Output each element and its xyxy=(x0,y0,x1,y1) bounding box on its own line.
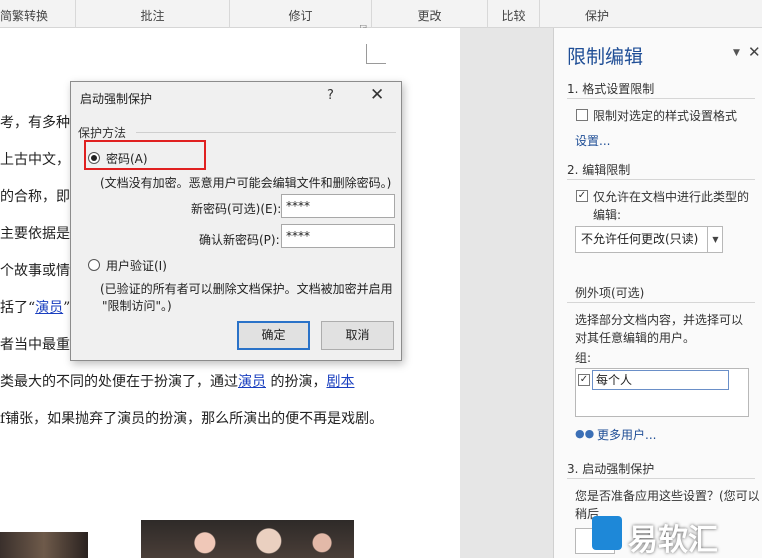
password-radio[interactable] xyxy=(88,152,100,164)
divider xyxy=(567,98,755,99)
document-image-left[interactable] xyxy=(0,532,88,558)
ribbon-group-compare[interactable]: 比较 xyxy=(488,0,540,28)
editing-type-select[interactable]: 不允许任何更改(只读) xyxy=(575,226,723,253)
cancel-button[interactable]: 取消 xyxy=(321,321,394,350)
protection-method-label: 保护方法 xyxy=(78,126,127,140)
document-text: 括了“ xyxy=(0,300,36,316)
pane-options-dropdown-icon[interactable]: ▼ xyxy=(733,48,740,58)
divider xyxy=(136,132,396,133)
format-restriction-checkbox[interactable] xyxy=(576,109,588,121)
groups-label: 组: xyxy=(575,351,592,365)
ribbon-group-protect[interactable]: 保护 xyxy=(540,0,654,28)
ok-button[interactable]: 确定 xyxy=(237,321,310,350)
pane-title: 限制编辑 xyxy=(567,46,644,68)
confirm-password-label: 确认新密码(P): xyxy=(199,233,280,247)
ribbon-group-convert[interactable]: 简繁转换 xyxy=(0,0,76,28)
document-image-flowers[interactable] xyxy=(141,520,354,558)
ribbon-group-comments[interactable]: 批注 xyxy=(76,0,230,28)
section-formatting-heading: 1. 格式设置限制 xyxy=(567,82,655,96)
confirm-password-field[interactable]: **** xyxy=(281,224,395,248)
chevron-down-icon[interactable]: ▼ xyxy=(707,226,723,253)
exceptions-description: 选择部分文档内容，并选择可以 xyxy=(575,313,744,327)
user-auth-option-label[interactable]: 用户验证(I) xyxy=(106,257,167,274)
exceptions-description-line2: 对其任意编辑的用户。 xyxy=(575,331,696,345)
group-everyone-entry[interactable]: 每个人 xyxy=(592,370,729,390)
settings-link[interactable]: 设置... xyxy=(575,132,610,149)
divider xyxy=(567,302,755,303)
document-link-actor[interactable]: 演员 xyxy=(35,300,63,316)
ribbon: 简繁转换 批注 修订 ◲ 更改 比较 保护 xyxy=(0,0,762,32)
logo-icon xyxy=(592,516,622,550)
password-option-label[interactable]: 密码(A) xyxy=(106,150,148,167)
user-auth-note-line2: "限制访问"。) xyxy=(102,299,172,313)
group-everyone-checkbox[interactable]: ✓ xyxy=(578,374,590,386)
ribbon-group-tracking[interactable]: 修订 ◲ xyxy=(230,0,372,32)
section-editing-heading: 2. 编辑限制 xyxy=(567,163,631,177)
margin-corner-mark xyxy=(366,44,386,64)
dialog-title: 启动强制保护 xyxy=(80,92,153,106)
document-line[interactable]: 括了“演员” xyxy=(0,297,70,317)
more-users-link[interactable]: 更多用户... xyxy=(597,426,656,443)
watermark-text: 易软汇 xyxy=(628,523,718,558)
enforce-question: 您是否准备应用这些设置？(您可以 xyxy=(575,489,760,503)
pane-close-icon[interactable]: ✕ xyxy=(748,43,761,61)
editing-restriction-label: 仅允许在文档中进行此类型的 xyxy=(593,190,750,204)
new-password-label: 新密码(可选)(E): xyxy=(191,202,282,216)
editing-restriction-checkbox[interactable]: ✓ xyxy=(576,190,588,202)
new-password-field[interactable]: **** xyxy=(281,194,395,218)
format-restriction-label: 限制对选定的样式设置格式 xyxy=(593,109,738,123)
document-line[interactable]: 类最大的不同的处便在于扮演了，通过演员 的扮演，剧本 xyxy=(0,371,354,391)
divider xyxy=(567,478,755,479)
restrict-editing-pane: 限制编辑 ▼ ✕ 1. 格式设置限制 限制对选定的样式设置格式 设置... 2.… xyxy=(553,28,762,558)
close-icon[interactable]: ✕ xyxy=(370,85,384,105)
document-text: 类最大的不同的处便在于扮演了，通过 xyxy=(0,374,238,390)
document-line[interactable]: f铺张，如果抛弃了演员的扮演，那么所演出的便不再是戏剧。 xyxy=(0,408,383,428)
start-enforcing-protection-dialog: 启动强制保护 ? ✕ 保护方法 密码(A) (文档没有加密。恶意用户可能会编辑文… xyxy=(70,81,402,361)
document-text: 的扮演， xyxy=(266,374,327,390)
password-note: (文档没有加密。恶意用户可能会编辑文件和删除密码。) xyxy=(100,176,392,190)
user-auth-radio[interactable] xyxy=(88,259,100,271)
users-icon: ●● xyxy=(575,427,595,440)
ribbon-group-tracking-label: 修订 xyxy=(288,9,313,23)
ribbon-group-changes[interactable]: 更改 xyxy=(372,0,488,28)
document-link-actor[interactable]: 演员 xyxy=(238,374,266,390)
help-icon[interactable]: ? xyxy=(327,88,334,103)
watermark-logo: 易软汇 xyxy=(586,508,762,558)
document-link-script[interactable]: 剧本 xyxy=(326,374,354,390)
document-line[interactable]: 上古中文，“ xyxy=(0,149,77,169)
section-enforce-heading: 3. 启动强制保护 xyxy=(567,462,655,476)
exceptions-heading: 例外项(可选) xyxy=(575,286,645,300)
editing-restriction-label-line2: 编辑: xyxy=(593,208,622,222)
user-auth-note: (已验证的所有者可以删除文档保护。文档被加密并启用 xyxy=(100,282,393,296)
divider xyxy=(567,179,755,180)
document-text: 主要依据是 xyxy=(0,226,70,242)
